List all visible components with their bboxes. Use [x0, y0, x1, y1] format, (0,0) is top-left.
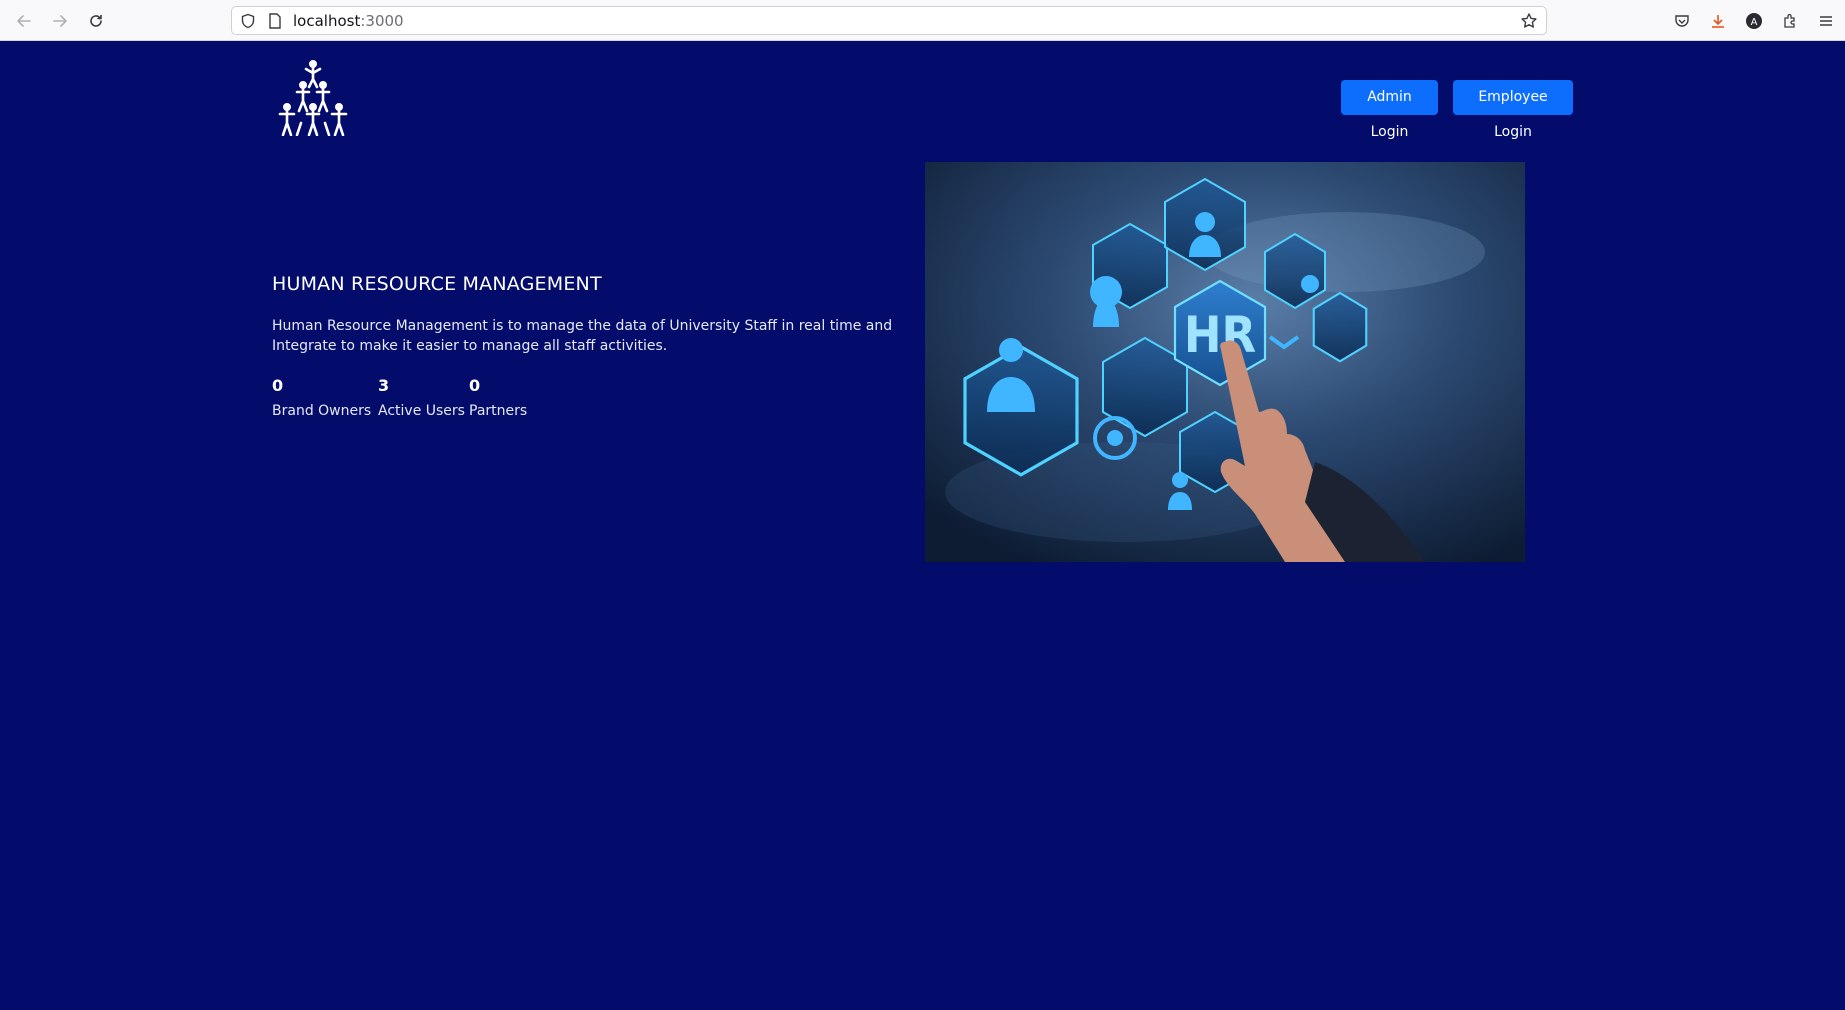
stat-value: 0	[469, 376, 481, 395]
admin-login-button[interactable]: Admin Login	[1341, 80, 1438, 140]
stat-label: Partners	[469, 403, 528, 419]
page-title: HUMAN RESOURCE MANAGEMENT	[272, 273, 602, 295]
extensions-icon[interactable]	[1779, 10, 1801, 32]
stat-label: Brand Owners	[272, 403, 372, 419]
stat-value: 3	[378, 376, 390, 395]
stat-brand-owners: 0 Brand Owners	[272, 375, 371, 421]
shield-icon[interactable]	[240, 13, 256, 33]
stat-value: 0	[272, 376, 284, 395]
page-description: Human Resource Management is to manage t…	[272, 318, 893, 354]
account-avatar-icon[interactable]: A	[1743, 10, 1765, 32]
stat-active-users: 3 Active Users	[378, 375, 465, 421]
address-bar[interactable]: localhost:3000	[231, 6, 1547, 35]
stat-label: Active Users	[378, 403, 465, 419]
forward-arrow-icon[interactable]	[49, 10, 71, 32]
browser-toolbar: localhost:3000 A	[0, 0, 1845, 41]
url-text[interactable]: localhost:3000	[293, 12, 404, 30]
people-pyramid-icon[interactable]	[276, 59, 350, 137]
stat-partners: 0 Partners	[469, 375, 527, 421]
menu-icon[interactable]	[1815, 10, 1837, 32]
pocket-icon[interactable]	[1671, 10, 1693, 32]
page-icon	[268, 13, 282, 33]
hr-hero-image: HR	[925, 162, 1525, 562]
svg-text:A: A	[1751, 17, 1758, 28]
back-arrow-icon[interactable]	[13, 10, 35, 32]
reload-icon[interactable]	[85, 10, 107, 32]
employee-login-button[interactable]: Employee Login	[1453, 80, 1573, 140]
downloads-icon[interactable]	[1707, 10, 1729, 32]
landing-page: Admin Login Employee Login HUMAN RESOURC…	[0, 41, 1845, 1010]
bookmark-star-icon[interactable]	[1520, 12, 1538, 34]
hr-image-text: HR	[1184, 306, 1256, 364]
